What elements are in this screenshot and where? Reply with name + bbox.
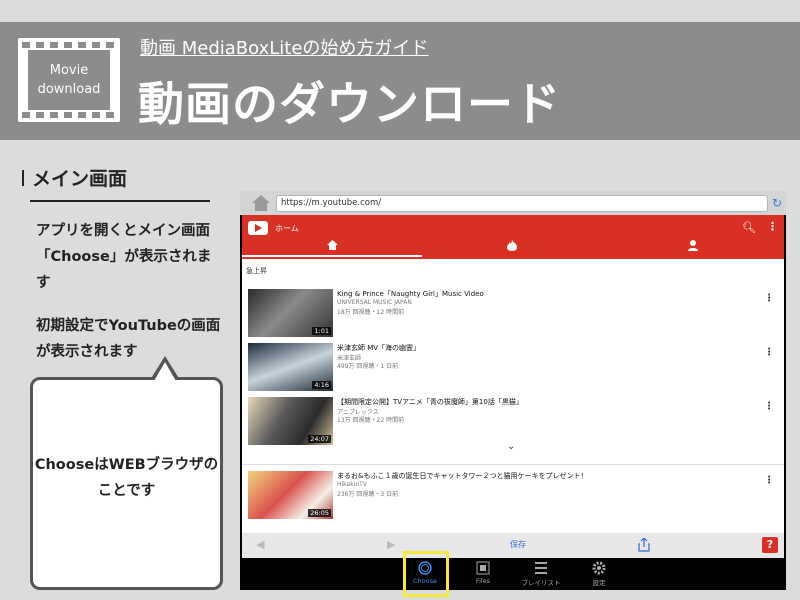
- description-paragraph-1: アプリを開くとメイン画面「Choose」が表示されます: [36, 223, 212, 291]
- tab-trending[interactable]: [422, 240, 602, 257]
- video-meta: 18万 回視聴・12 時間前: [337, 309, 405, 316]
- list-icon: [535, 562, 547, 574]
- video-duration: 26:05: [308, 509, 331, 517]
- film-icon: [476, 561, 490, 575]
- gear-icon: [592, 561, 606, 575]
- home-tab-icon: [326, 240, 338, 250]
- forward-arrow-icon[interactable]: ▶: [387, 538, 395, 551]
- video-channel: HikakinTV: [337, 481, 367, 488]
- person-icon: [688, 240, 698, 251]
- feed-divider: [242, 464, 784, 465]
- video-item[interactable]: 26:05 まるお&もふこ１歳の誕生日でキャットタワー２つと猫用ケーキをプレゼン…: [242, 471, 784, 521]
- video-channel: UNIVERSAL MUSIC JAPAN: [337, 299, 412, 306]
- film-logo-icon: Movie download: [18, 38, 120, 122]
- video-item[interactable]: 1:01 King & Prince「Naughty Girl」Music Vi…: [242, 289, 784, 339]
- speech-bubble: ChooseはWEBブラウザのことです: [30, 377, 223, 590]
- youtube-feed: 急上昇 1:01 King & Prince「Naughty Girl」Musi…: [242, 259, 784, 533]
- tab-playlist-label: プレイリスト: [521, 579, 561, 587]
- video-title[interactable]: まるお&もふこ１歳の誕生日でキャットタワー２つと猫用ケーキをプレゼント！: [337, 471, 587, 481]
- share-icon[interactable]: [638, 538, 650, 552]
- more-menu-icon[interactable]: ⋮: [767, 220, 778, 233]
- refresh-icon[interactable]: ↻: [772, 196, 784, 210]
- video-more-icon[interactable]: ⋮: [764, 293, 774, 304]
- tab-playlist[interactable]: プレイリスト: [516, 561, 566, 587]
- page-title: 動画のダウンロード: [138, 77, 561, 131]
- active-tab-indicator: [242, 255, 422, 257]
- section-marker: [22, 170, 24, 186]
- browser-toolbar: https://m.youtube.com/ ↻: [240, 191, 786, 215]
- video-title[interactable]: 米津玄師 MV「海の幽霊」: [337, 343, 420, 353]
- trending-label: 急上昇: [246, 267, 267, 275]
- video-meta: 236万 回視聴・3 日前: [337, 491, 399, 498]
- tab-files[interactable]: Files: [458, 561, 508, 585]
- guide-subtitle: 動画 MediaBoxLiteの始め方ガイド: [140, 38, 429, 59]
- video-title[interactable]: 【期間限定公開】TVアニメ「青の祓魔師」第10話「黒猫」: [337, 397, 523, 407]
- section-title: メイン画面: [32, 168, 128, 190]
- flame-icon: [507, 240, 517, 251]
- youtube-header: ホーム 🔍︎ ⋮: [242, 215, 784, 259]
- video-thumbnail[interactable]: 4:16: [248, 343, 333, 391]
- logo-text-line1: Movie: [49, 63, 89, 78]
- title-banner: Movie download 動画 MediaBoxLiteの始め方ガイド 動画…: [0, 22, 800, 140]
- video-meta: 499万 回視聴・1 日前: [337, 363, 399, 370]
- video-item[interactable]: 4:16 米津玄師 MV「海の幽霊」 米津玄師 499万 回視聴・1 日前 ⋮: [242, 343, 784, 393]
- video-duration: 1:01: [312, 327, 331, 335]
- app-screenshot: https://m.youtube.com/ ↻ ホーム 🔍︎ ⋮ 急上昇 1:…: [240, 191, 786, 590]
- youtube-logo-icon[interactable]: [248, 221, 268, 235]
- home-icon[interactable]: [251, 194, 271, 212]
- tab-files-label: Files: [475, 577, 491, 585]
- video-item[interactable]: 24:07 【期間限定公開】TVアニメ「青の祓魔師」第10話「黒猫」 アニプレッ…: [242, 397, 784, 447]
- video-meta: 13万 回視聴・22 時間前: [337, 417, 405, 424]
- video-thumbnail[interactable]: 24:07: [248, 397, 333, 445]
- save-button[interactable]: 保存: [510, 539, 526, 550]
- video-title[interactable]: King & Prince「Naughty Girl」Music Video: [337, 289, 484, 299]
- url-input[interactable]: https://m.youtube.com/: [276, 195, 768, 212]
- bubble-text: ChooseはWEBブラウザのことです: [34, 457, 219, 499]
- back-arrow-icon[interactable]: ◀: [256, 538, 264, 551]
- browser-bottom-bar: ◀ ▶ 保存 ?: [242, 533, 784, 558]
- search-icon[interactable]: 🔍︎: [742, 221, 756, 234]
- tab-settings[interactable]: 設定: [574, 561, 624, 587]
- expand-chevron-icon[interactable]: ⌄: [507, 441, 515, 452]
- app-tab-bar: Choose Files プレイリスト 設定: [240, 558, 786, 590]
- section-divider: [30, 200, 210, 202]
- video-more-icon[interactable]: ⋮: [764, 475, 774, 486]
- video-thumbnail[interactable]: 1:01: [248, 289, 333, 337]
- description-paragraph-2: 初期設定でYouTubeの画面が表示されます: [36, 318, 221, 360]
- choose-highlight-box: [403, 551, 449, 597]
- youtube-home-label: ホーム: [275, 224, 299, 233]
- video-more-icon[interactable]: ⋮: [764, 347, 774, 358]
- video-duration: 4:16: [312, 381, 331, 389]
- help-icon[interactable]: ?: [762, 537, 778, 553]
- video-duration: 24:07: [308, 435, 331, 443]
- video-more-icon[interactable]: ⋮: [764, 401, 774, 412]
- tab-settings-label: 設定: [592, 579, 606, 587]
- logo-text-line2: download: [37, 82, 101, 97]
- tab-account[interactable]: [602, 240, 784, 257]
- video-thumbnail[interactable]: 26:05: [248, 471, 333, 519]
